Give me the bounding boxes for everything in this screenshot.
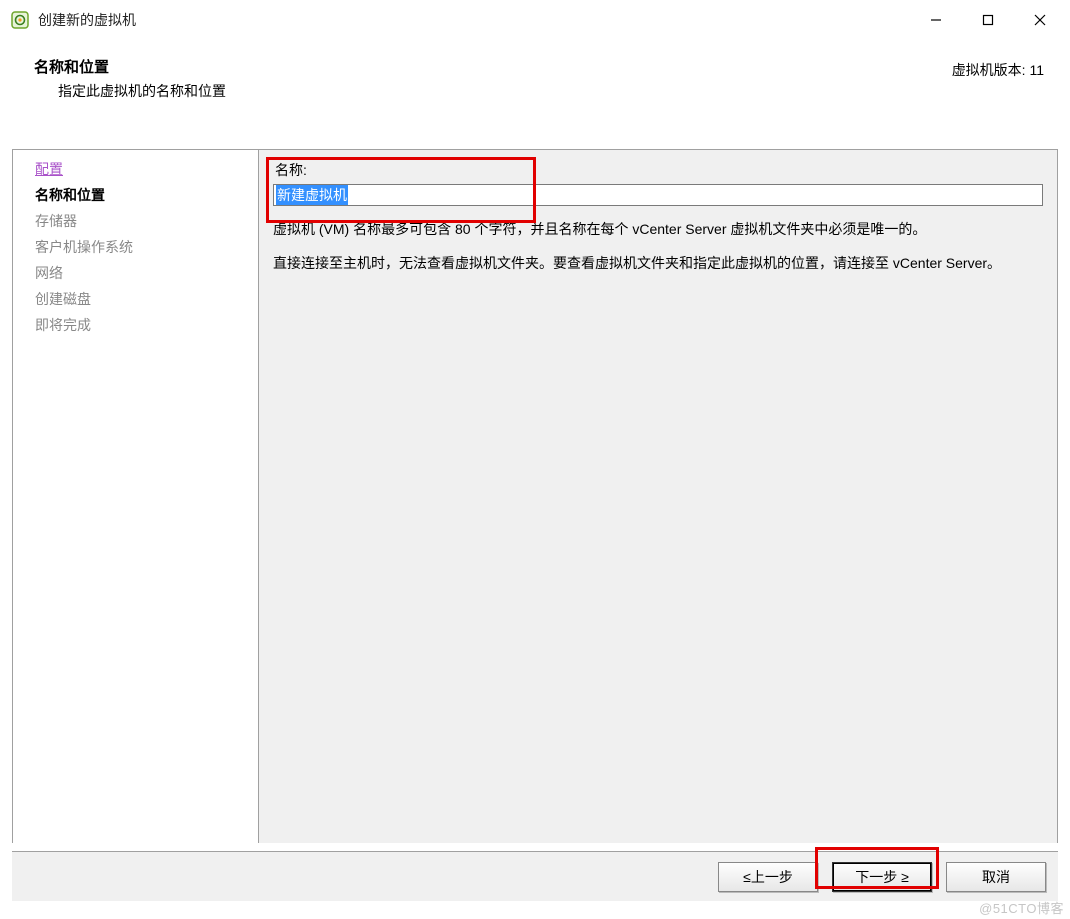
wizard-footer: ≤上一步 下一步 ≥ 取消: [12, 851, 1058, 901]
cancel-button[interactable]: 取消: [946, 862, 1046, 892]
wizard-body: 配置 名称和位置 存储器 客户机操作系统 网络 创建磁盘 即将完成 名称: 新建…: [12, 149, 1058, 843]
name-input[interactable]: 新建虚拟机: [273, 184, 1043, 206]
sidebar-item-guest-os: 客户机操作系统: [13, 234, 258, 260]
next-button[interactable]: 下一步 ≥: [832, 862, 932, 892]
wizard-content: 名称: 新建虚拟机 虚拟机 (VM) 名称最多可包含 80 个字符，并且名称在每…: [259, 150, 1057, 843]
app-icon: [10, 10, 30, 30]
sidebar-item-name-location[interactable]: 名称和位置: [13, 182, 258, 208]
wizard-steps-sidebar: 配置 名称和位置 存储器 客户机操作系统 网络 创建磁盘 即将完成: [13, 150, 259, 843]
sidebar-item-network: 网络: [13, 260, 258, 286]
sidebar-item-ready: 即将完成: [13, 312, 258, 338]
window-title: 创建新的虚拟机: [38, 10, 136, 30]
name-label: 名称:: [273, 160, 1043, 180]
vcenter-notice: 直接连接至主机时，无法查看虚拟机文件夹。要查看虚拟机文件夹和指定此虚拟机的位置，…: [273, 252, 1043, 274]
sidebar-item-config[interactable]: 配置: [13, 156, 258, 182]
close-button[interactable]: [1014, 2, 1066, 38]
vm-version-label: 虚拟机版本: 11: [952, 60, 1044, 80]
back-button[interactable]: ≤上一步: [718, 862, 818, 892]
name-input-value: 新建虚拟机: [276, 184, 348, 206]
titlebar: 创建新的虚拟机: [0, 0, 1070, 40]
maximize-button[interactable]: [962, 2, 1014, 38]
wizard-header: 名称和位置 指定此虚拟机的名称和位置 虚拟机版本: 11: [0, 40, 1070, 115]
page-subtitle: 指定此虚拟机的名称和位置: [18, 77, 952, 101]
page-title: 名称和位置: [18, 56, 952, 77]
minimize-button[interactable]: [910, 2, 962, 38]
name-limit-notice: 虚拟机 (VM) 名称最多可包含 80 个字符，并且名称在每个 vCenter …: [273, 218, 1043, 240]
sidebar-item-storage: 存储器: [13, 208, 258, 234]
sidebar-item-create-disk: 创建磁盘: [13, 286, 258, 312]
window-controls: [910, 2, 1066, 38]
